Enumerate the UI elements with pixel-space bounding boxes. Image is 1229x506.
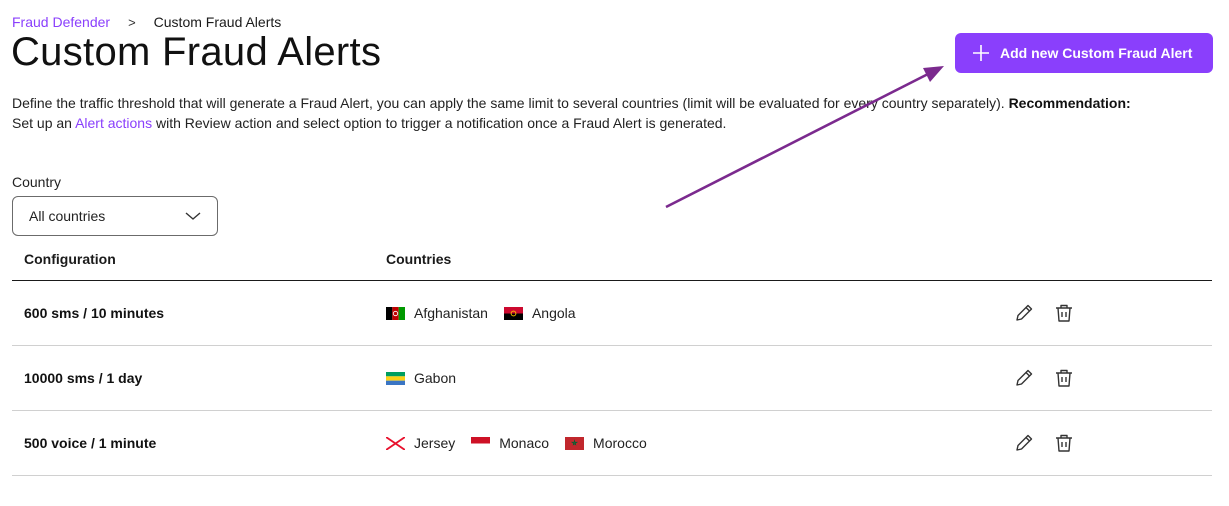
table-row: 600 sms / 10 minutes Afghanistan Angola (12, 281, 1212, 346)
country-chip-gabon: Gabon (386, 370, 456, 386)
row-countries: Gabon (386, 370, 472, 386)
description-suffix: with Review action and select option to … (156, 115, 727, 131)
page-title: Custom Fraud Alerts (11, 30, 382, 74)
row-actions (1013, 367, 1093, 389)
add-button-label: Add new Custom Fraud Alert (1000, 45, 1193, 61)
breadcrumb-link-fraud-defender[interactable]: Fraud Defender (12, 14, 110, 30)
alert-actions-link[interactable]: Alert actions (75, 115, 152, 131)
page-description: Define the traffic threshold that will g… (12, 93, 1212, 133)
country-chip-afghanistan: Afghanistan (386, 305, 488, 321)
country-chip-angola: Angola (503, 305, 576, 321)
angola-flag-icon (503, 306, 523, 320)
row-actions (1013, 302, 1093, 324)
country-chip-monaco: Monaco (471, 435, 549, 451)
breadcrumb-separator: > (128, 14, 136, 30)
pencil-icon (1016, 304, 1033, 321)
breadcrumb: Fraud Defender > Custom Fraud Alerts (12, 14, 281, 30)
add-custom-fraud-alert-button[interactable]: Add new Custom Fraud Alert (955, 33, 1213, 73)
edit-button[interactable] (1013, 432, 1035, 454)
plus-icon (973, 45, 989, 61)
afghanistan-flag-icon (386, 306, 405, 320)
row-countries: Afghanistan Angola (386, 305, 592, 321)
country-filter-label: Country (12, 174, 62, 190)
description-prefix: Set up an (12, 115, 72, 131)
edit-button[interactable] (1013, 302, 1035, 324)
delete-button[interactable] (1053, 432, 1075, 454)
delete-button[interactable] (1053, 302, 1075, 324)
trash-icon (1056, 304, 1072, 322)
country-name: Gabon (414, 370, 457, 386)
edit-button[interactable] (1013, 367, 1035, 389)
morocco-flag-icon (565, 436, 585, 450)
country-name: Angola (531, 305, 576, 321)
column-header-configuration: Configuration (24, 251, 116, 267)
pencil-icon (1016, 434, 1033, 451)
custom-alerts-table: Configuration Countries 600 sms / 10 min… (12, 236, 1212, 476)
delete-button[interactable] (1053, 367, 1075, 389)
row-configuration: 10000 sms / 1 day (24, 370, 143, 386)
column-header-countries: Countries (386, 251, 452, 267)
country-name: Afghanistan (414, 305, 488, 321)
jersey-flag-icon (386, 436, 405, 450)
country-chip-morocco: Morocco (565, 435, 647, 451)
country-name: Monaco (499, 435, 550, 451)
row-configuration: 500 voice / 1 minute (24, 435, 157, 451)
trash-icon (1056, 434, 1072, 452)
table-row: 10000 sms / 1 day Gabon (12, 346, 1212, 411)
pencil-icon (1016, 369, 1033, 386)
table-row: 500 voice / 1 minute Jersey Monaco Moroc… (12, 411, 1212, 476)
row-countries: Jersey Monaco Morocco (386, 435, 663, 451)
row-configuration: 600 sms / 10 minutes (24, 305, 165, 321)
country-name: Jersey (414, 435, 456, 451)
description-text: Define the traffic threshold that will g… (12, 95, 1005, 111)
chevron-down-icon (185, 212, 201, 220)
country-filter-select[interactable]: All countries (12, 196, 218, 236)
country-chip-jersey: Jersey (386, 435, 455, 451)
trash-icon (1056, 369, 1072, 387)
gabon-flag-icon (386, 371, 405, 385)
monaco-flag-icon (471, 436, 491, 450)
country-filter-value: All countries (29, 208, 106, 224)
recommendation-label: Recommendation: (1008, 95, 1131, 111)
breadcrumb-current: Custom Fraud Alerts (153, 14, 282, 30)
country-name: Morocco (593, 435, 647, 451)
table-header: Configuration Countries (12, 236, 1212, 281)
row-actions (1013, 432, 1093, 454)
